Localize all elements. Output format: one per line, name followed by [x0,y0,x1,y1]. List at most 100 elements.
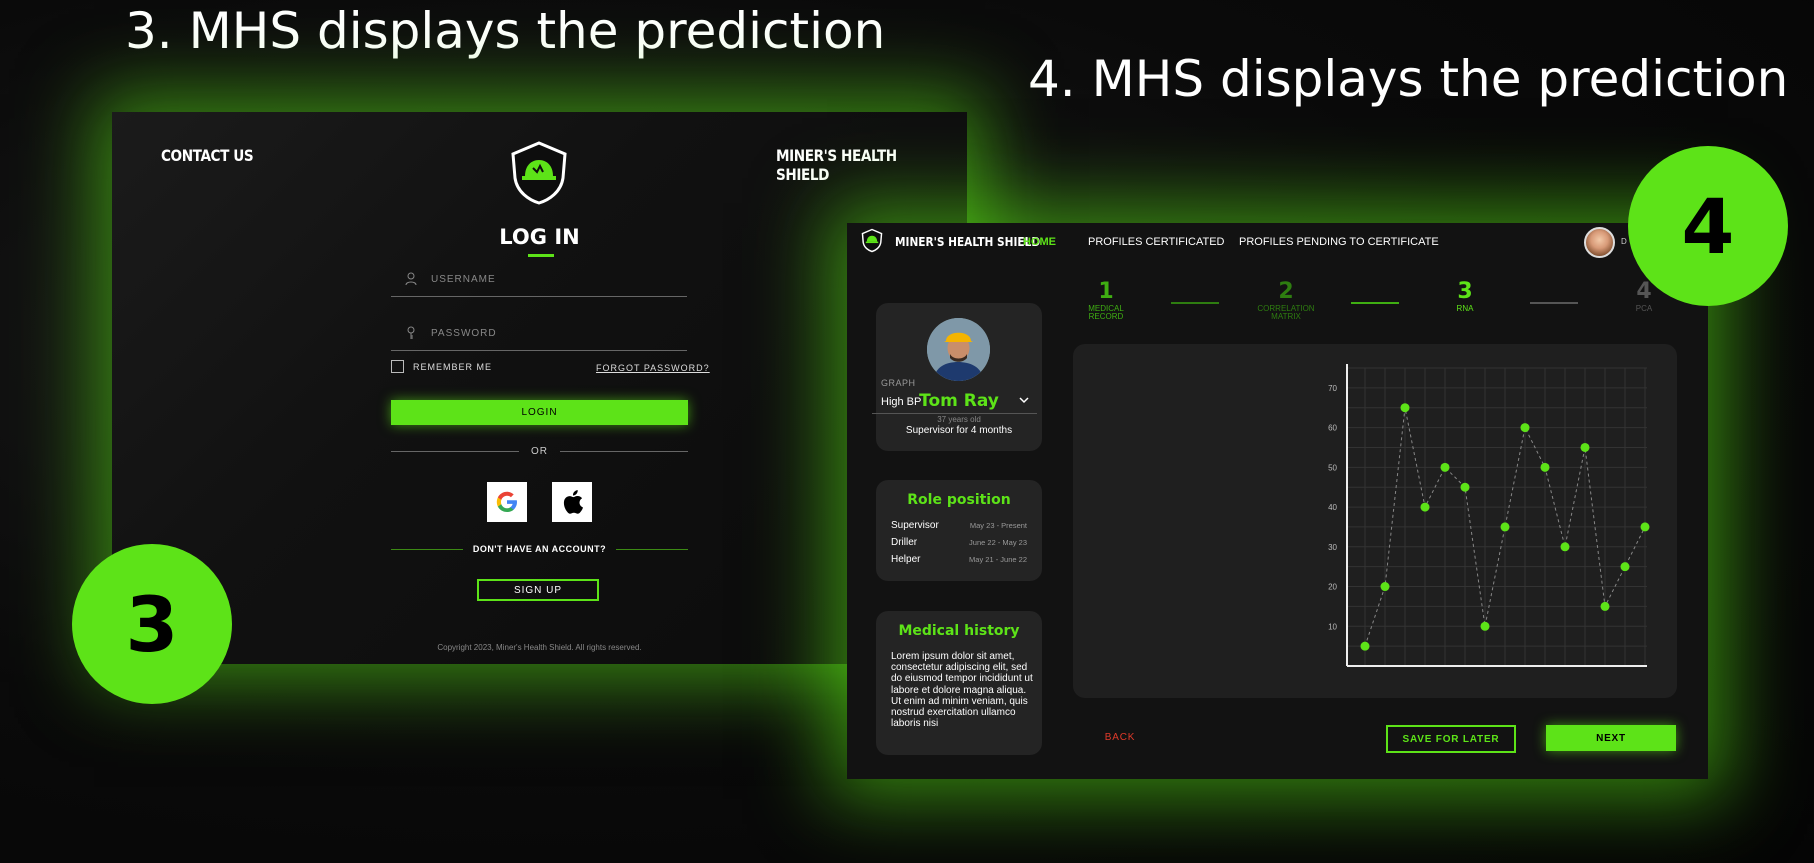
back-button[interactable]: BACK [1100,725,1140,749]
graph-select[interactable]: High BP [872,391,1037,414]
chevron-down-icon [1019,397,1029,404]
no-account-divider: DON'T HAVE AN ACCOUNT? [391,544,688,554]
step-3-badge: 3 [72,544,232,704]
graph-select-value: High BP [881,396,922,408]
save-for-later-button[interactable]: SAVE FOR LATER [1386,725,1516,753]
medical-history-text: Lorem ipsum dolor sit amet, consectetur … [891,651,1033,730]
step3-heading: 3. MHS displays the prediction [125,2,886,60]
next-button[interactable]: NEXT [1546,725,1676,751]
data-point [1540,462,1550,472]
y-tick-label: 30 [1328,543,1337,552]
user-name[interactable]: D [1621,237,1627,246]
data-point [1560,542,1570,552]
chart-ticks: 10 20 30 40 50 60 70 [1328,384,1337,631]
no-account-label: DON'T HAVE AN ACCOUNT? [472,544,607,554]
brand-link[interactable]: MINER'S HEALTH SHIELD [776,146,938,184]
role-name: Helper [891,554,921,565]
data-point [1480,621,1490,631]
password-field[interactable]: PASSWORD [391,324,687,351]
profile-photo [927,318,990,381]
login-screen: CONTACT US MINER'S HEALTH SHIELD LOG IN … [112,112,967,664]
shield-logo-icon [861,228,883,253]
remember-me-label: REMEMBER ME [413,361,493,372]
data-point [1360,641,1370,651]
step-medical-record[interactable]: 1 MEDICAL RECORD [1076,281,1136,322]
role-position-title: Role position [907,492,1011,508]
step-correlation-matrix[interactable]: 2 CORRELATION MATRIX [1256,281,1316,322]
step-connector [1530,302,1578,304]
top-nav: MINER'S HEALTH SHIELD HOME PROFILES CERT… [847,223,1708,261]
username-field[interactable]: USERNAME [391,270,687,297]
password-placeholder: PASSWORD [431,328,497,339]
role-name: Supervisor [891,520,939,531]
y-tick-label: 10 [1328,622,1337,631]
data-point [1640,522,1650,532]
profile-age: 37 years old [937,415,981,424]
role-row: Driller June 22 - May 23 [891,537,1027,548]
role-name: Driller [891,537,918,548]
role-dates: June 22 - May 23 [969,538,1027,547]
title-underline [528,254,554,257]
sign-up-button[interactable]: SIGN UP [477,579,599,601]
graph-select-label: GRAPH [881,378,916,388]
role-dates: May 23 - Present [969,521,1027,530]
step-number: 3 [1457,279,1473,304]
step-number: 2 [1278,279,1294,304]
data-point [1420,502,1430,512]
data-point [1440,462,1450,472]
user-avatar[interactable] [1584,227,1615,258]
step-label: CORRELATION MATRIX [1257,304,1315,322]
nav-profiles-certificated[interactable]: PROFILES CERTIFICATED [1088,236,1225,248]
step-label: PCA [1635,304,1653,313]
brand-name[interactable]: MINER'S HEALTH SHIELD [895,235,1040,249]
dashboard-screen: MINER'S HEALTH SHIELD HOME PROFILES CERT… [847,223,1708,779]
contact-us-link[interactable]: CONTACT US [161,146,254,165]
y-tick-label: 50 [1328,463,1337,472]
step-connector [1171,302,1219,304]
google-icon [496,491,517,512]
step-rna[interactable]: 3 RNA [1435,281,1495,313]
nav-home[interactable]: HOME [1023,236,1056,248]
y-tick-label: 70 [1328,384,1337,393]
checkbox-box[interactable] [391,360,404,373]
chart-grid [1347,367,1647,666]
username-placeholder: USERNAME [431,274,496,285]
role-row: Supervisor May 23 - Present [891,520,1027,531]
role-row: Helper May 21 - June 22 [891,554,1027,565]
login-title: LOG IN [499,225,580,249]
key-icon [407,326,415,339]
data-point [1460,482,1470,492]
step-number: 1 [1098,279,1114,304]
medical-history-card: Medical history Lorem ipsum dolor sit am… [876,611,1042,755]
data-point [1620,562,1630,572]
medical-history-title: Medical history [898,623,1020,639]
nav-profiles-pending[interactable]: PROFILES PENDING TO CERTIFICATE [1239,236,1439,248]
chart-axes [1346,364,1647,667]
step-label: MEDICAL RECORD [1088,304,1124,322]
step4-heading: 4. MHS displays the prediction [1028,50,1789,108]
step-label: RNA [1456,304,1474,313]
y-tick-label: 60 [1328,424,1337,433]
profile-role: Supervisor for 4 months [905,425,1013,436]
user-icon [405,272,417,286]
profile-card: Tom Ray 37 years old Supervisor for 4 mo… [876,303,1042,451]
data-point [1580,442,1590,452]
shield-logo-icon [511,141,567,205]
google-login-button[interactable] [487,482,527,522]
step-connector [1351,302,1399,304]
apple-icon [563,490,583,514]
forgot-password-link[interactable]: FORGOT PASSWORD? [596,363,710,373]
y-tick-label: 20 [1328,583,1337,592]
data-point [1400,403,1410,413]
data-point [1600,601,1610,611]
role-position-card: Role position Supervisor May 23 - Presen… [876,480,1042,581]
bp-chart: 10 20 30 40 50 60 70 [1328,364,1650,667]
apple-login-button[interactable] [552,482,592,522]
copyright: Copyright 2023, Miner's Health Shield. A… [437,643,642,652]
or-divider: OR [391,446,688,457]
data-point [1500,522,1510,532]
remember-me-checkbox[interactable]: REMEMBER ME [391,360,492,373]
data-point [1520,423,1530,433]
login-button[interactable]: LOGIN [391,400,688,425]
or-label: OR [531,446,548,457]
